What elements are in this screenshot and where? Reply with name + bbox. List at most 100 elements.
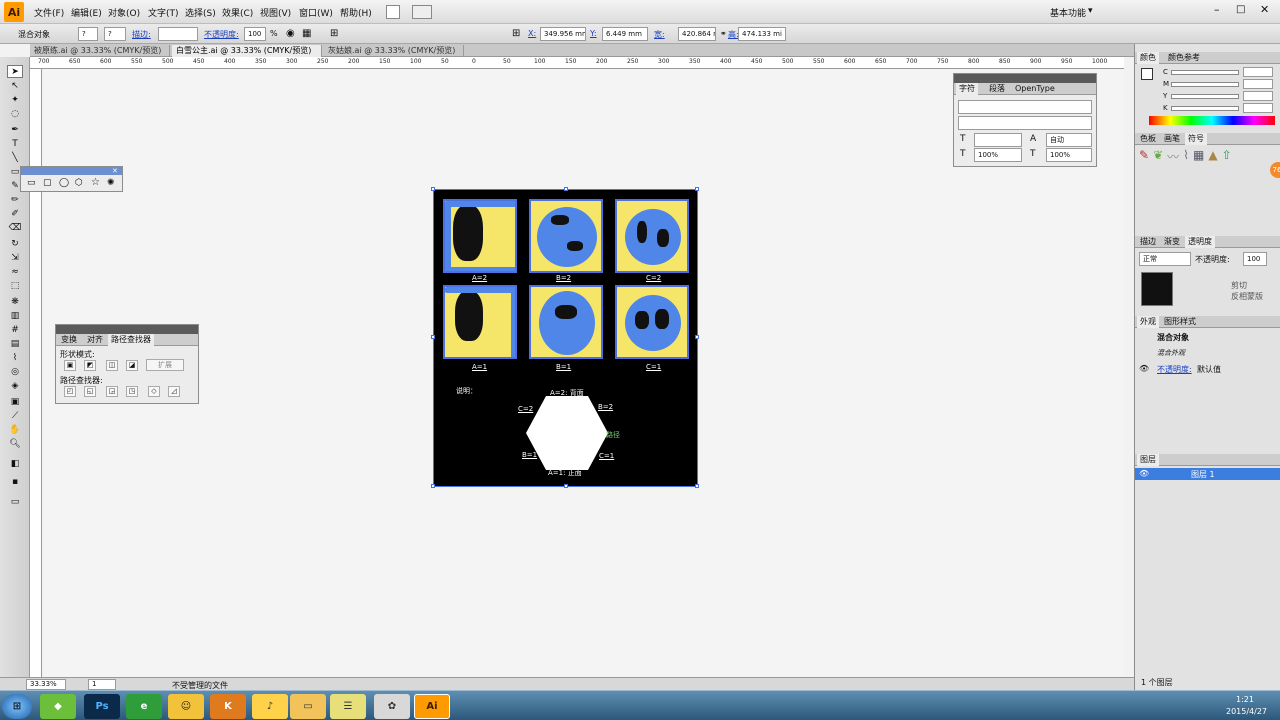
mesh-tool-icon[interactable]: # <box>7 323 23 336</box>
image-cell-c2[interactable] <box>615 199 689 273</box>
scale-tool-icon[interactable]: ⇲ <box>7 251 23 264</box>
fill-swatch[interactable] <box>1141 68 1153 80</box>
yellow-field[interactable] <box>1243 91 1273 101</box>
tab-symbols[interactable]: 符号 <box>1185 133 1207 145</box>
tab-document-2[interactable]: 白雪公主.ai @ 33.33% (CMYK/预览) <box>172 45 322 57</box>
notes-icon[interactable]: ☰ <box>330 694 366 719</box>
blob-brush-tool-icon[interactable]: ✐ <box>7 207 23 220</box>
tab-swatches[interactable]: 色板 <box>1137 133 1159 145</box>
black-field[interactable] <box>1243 103 1273 113</box>
notification-badge[interactable]: 76 <box>1270 162 1280 178</box>
zoom-dropdown[interactable]: 33.33% <box>26 679 66 690</box>
artboard-number-field[interactable]: 1 <box>88 679 116 690</box>
outline-icon[interactable]: ◇ <box>148 386 160 397</box>
minimize-icon[interactable]: – <box>1214 3 1220 16</box>
image-cell-c1[interactable] <box>615 285 689 359</box>
menu-object[interactable]: 对象(O) <box>108 6 140 19</box>
font-style-dropdown[interactable] <box>958 116 1092 130</box>
menu-type[interactable]: 文字(T) <box>148 6 179 19</box>
selection-handle[interactable] <box>695 335 699 339</box>
intersect-icon[interactable]: ◫ <box>106 360 118 371</box>
minus-back-icon[interactable]: ◿ <box>168 386 180 397</box>
merge-icon[interactable]: ◲ <box>106 386 118 397</box>
tab-layers[interactable]: 图层 <box>1137 454 1159 466</box>
maximize-icon[interactable]: □ <box>1236 4 1245 15</box>
unite-icon[interactable]: ▣ <box>64 360 76 371</box>
pyramid-symbol-icon[interactable]: ▲ <box>1208 148 1217 168</box>
file-explorer-icon[interactable]: ▭ <box>290 694 326 719</box>
recolor-icon[interactable]: ◉ <box>286 28 295 39</box>
ellipse-tool-icon[interactable]: ◯ <box>59 178 69 188</box>
tab-document-3[interactable]: 灰姑娘.ai @ 33.33% (CMYK/预览) <box>324 45 464 57</box>
live-paint-tool-icon[interactable]: ◈ <box>7 379 23 392</box>
menu-file[interactable]: 文件(F) <box>34 6 64 19</box>
grid-symbol-icon[interactable]: ▦ <box>1193 148 1204 168</box>
tab-stroke[interactable]: 描边 <box>1137 236 1159 248</box>
rotate-tool-icon[interactable]: ↻ <box>7 237 23 250</box>
tab-pathfinder[interactable]: 路径查找器 <box>108 334 154 346</box>
tab-brushes[interactable]: 画笔 <box>1161 133 1183 145</box>
selection-handle[interactable] <box>564 187 568 191</box>
image-cell-b2[interactable] <box>529 199 603 273</box>
cyan-slider[interactable] <box>1171 70 1239 75</box>
free-transform-tool-icon[interactable]: ⬚ <box>7 279 23 292</box>
selection-handle[interactable] <box>431 484 435 488</box>
object-thumbnail[interactable] <box>1141 272 1173 306</box>
image-viewer-icon[interactable]: ✿ <box>374 694 410 719</box>
selection-handle[interactable] <box>695 484 699 488</box>
type-tool-icon[interactable]: T <box>7 137 23 150</box>
font-size-field[interactable] <box>974 133 1022 147</box>
arrange-documents-icon[interactable] <box>412 5 432 19</box>
fill-stroke-icon[interactable]: ◧ <box>7 457 23 470</box>
star-tool-icon[interactable]: ☆ <box>91 177 100 188</box>
layer-name[interactable]: 图层 1 <box>1191 469 1215 480</box>
tab-transparency[interactable]: 透明度 <box>1185 236 1215 248</box>
tab-align[interactable]: 对齐 <box>84 334 106 346</box>
style-icon[interactable]: ▦ <box>302 28 311 39</box>
illustrator-icon[interactable]: Ai <box>414 694 450 719</box>
tab-appearance[interactable]: 外观 <box>1137 316 1159 328</box>
eyedropper-tool-icon[interactable]: ⌇ <box>7 351 23 364</box>
menu-view[interactable]: 视图(V) <box>260 6 291 19</box>
flare-tool-icon[interactable]: ✺ <box>107 178 115 188</box>
menu-edit[interactable]: 编辑(E) <box>71 6 102 19</box>
minus-front-icon[interactable]: ◩ <box>84 360 96 371</box>
image-cell-a1[interactable] <box>443 285 517 359</box>
panel-titlebar[interactable] <box>954 74 1096 83</box>
crop-icon[interactable]: ◳ <box>126 386 138 397</box>
font-family-dropdown[interactable] <box>958 100 1092 114</box>
expand-button[interactable]: 扩展 <box>146 359 184 371</box>
menu-effect[interactable]: 效果(C) <box>222 6 253 19</box>
taskbar-app-icon[interactable]: ◆ <box>40 694 76 719</box>
divide-icon[interactable]: ◰ <box>64 386 76 397</box>
black-slider[interactable] <box>1171 106 1239 111</box>
help-dropdown[interactable]: ? <box>78 27 98 41</box>
eye-icon[interactable]: 👁︎ <box>1139 364 1149 373</box>
line-tool-icon[interactable]: ╲ <box>7 151 23 164</box>
magenta-field[interactable] <box>1243 79 1273 89</box>
panel-titlebar[interactable] <box>56 325 198 334</box>
leading-field[interactable]: 自动 <box>1046 133 1092 147</box>
question-dropdown[interactable]: ? <box>104 27 126 41</box>
menu-help[interactable]: 帮助(H) <box>340 6 372 19</box>
stroke-label[interactable]: 描边: <box>132 29 151 40</box>
selection-handle[interactable] <box>431 187 435 191</box>
brush-symbol-icon[interactable]: ✎ <box>1139 148 1149 168</box>
blend-mode-dropdown[interactable]: 正常 <box>1139 252 1191 266</box>
image-cell-b1[interactable] <box>529 285 603 359</box>
direct-selection-tool-icon[interactable]: ↖ <box>7 79 23 92</box>
close-icon[interactable]: ✕ <box>1260 3 1269 16</box>
blend-tool-icon[interactable]: ◎ <box>7 365 23 378</box>
kugou-icon[interactable]: K <box>210 694 246 719</box>
selection-handle[interactable] <box>695 187 699 191</box>
height-field[interactable]: 474.133 mi <box>738 27 786 41</box>
eye-icon[interactable]: 👁︎ <box>1139 469 1149 478</box>
bridge-icon[interactable] <box>386 5 400 19</box>
eraser-tool-icon[interactable]: ⌫ <box>7 221 23 234</box>
color-mode-icon[interactable]: ▪ <box>7 475 23 488</box>
y-field[interactable]: 6.449 mm <box>602 27 648 41</box>
pen-tool-icon[interactable]: ✒ <box>7 123 23 136</box>
rectangle-tool-icon[interactable]: ▭ <box>27 178 36 188</box>
menu-select[interactable]: 选择(S) <box>185 6 216 19</box>
warp-tool-icon[interactable]: ≈ <box>7 265 23 278</box>
